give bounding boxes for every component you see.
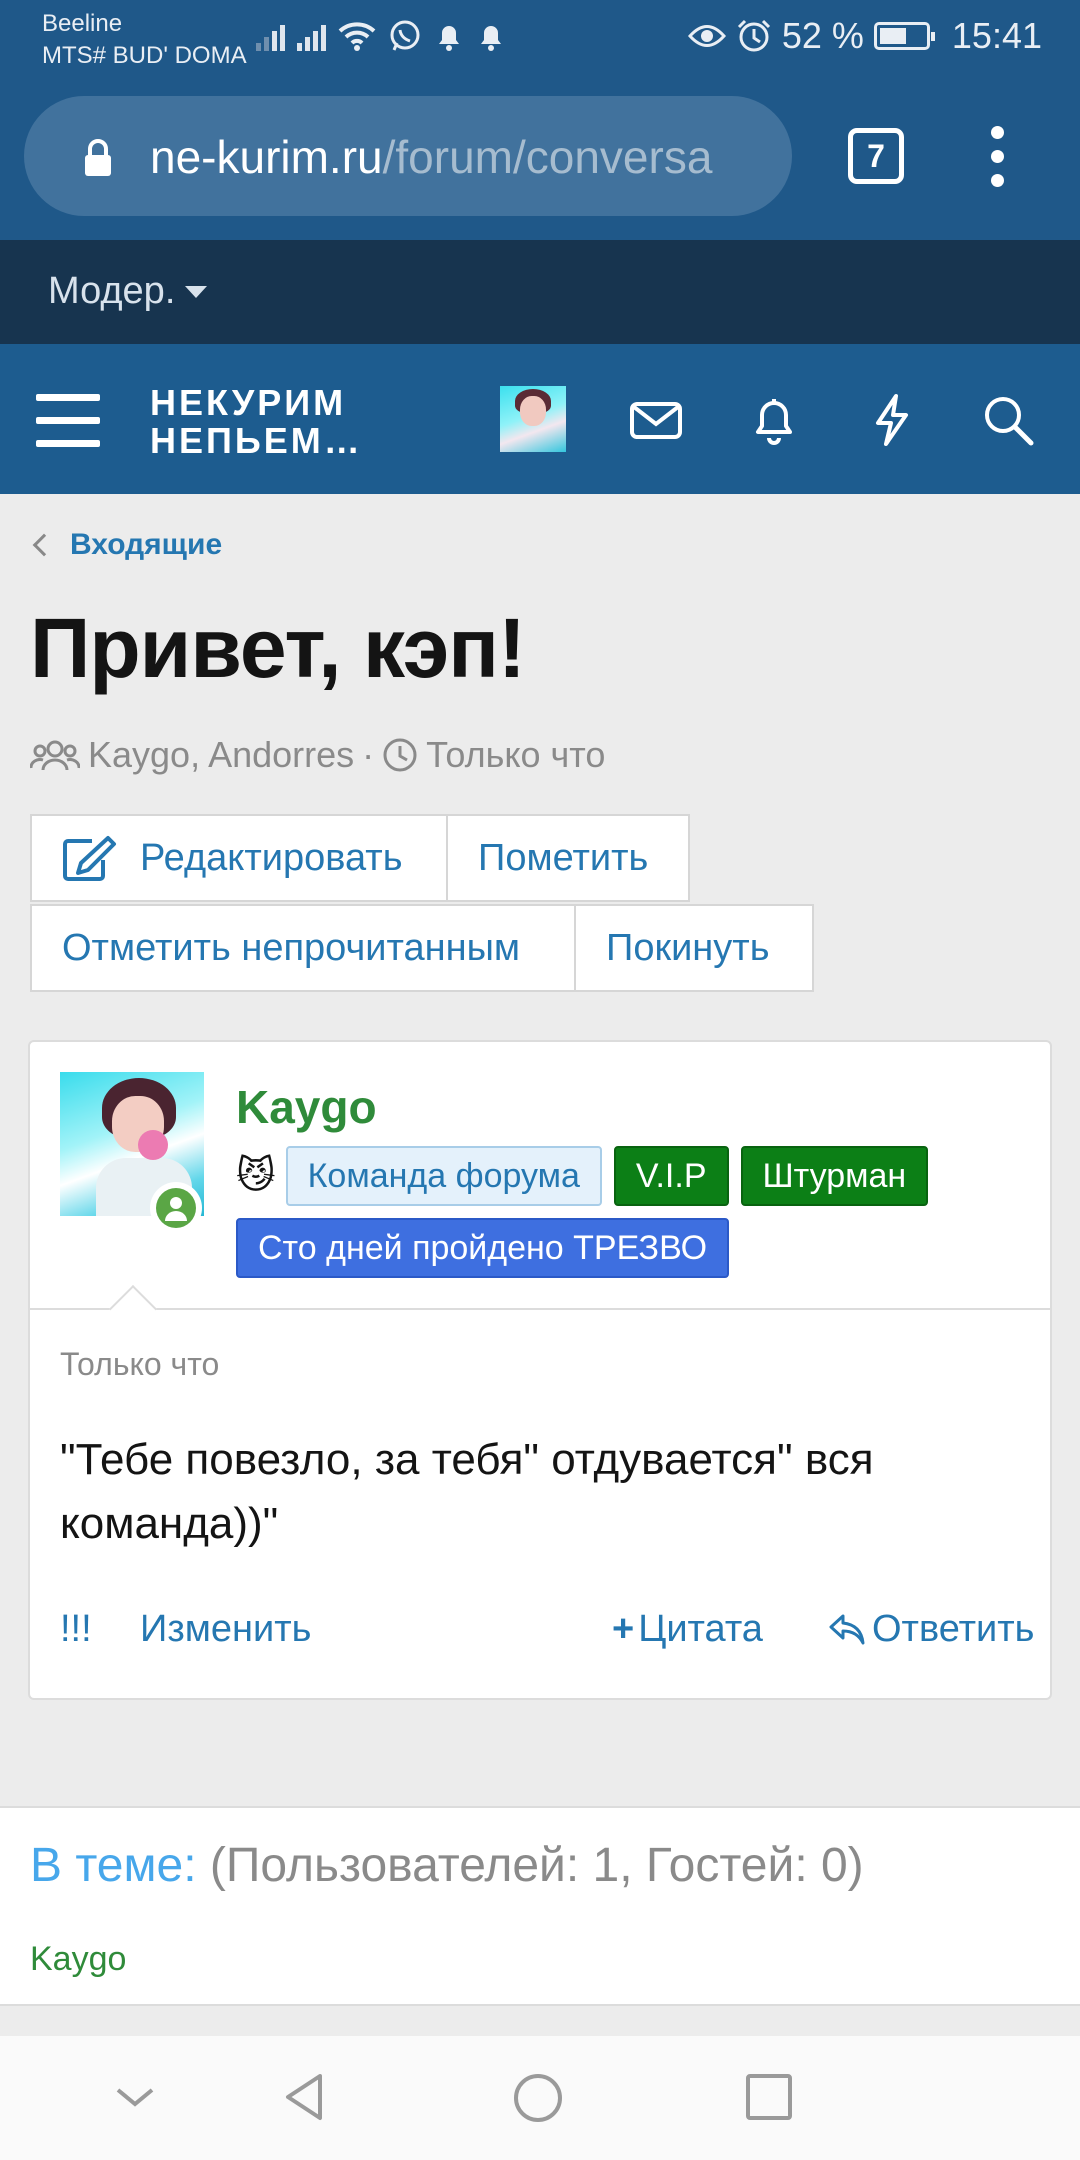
message-time[interactable]: Только что — [60, 1346, 219, 1383]
card-pointer — [108, 1284, 158, 1334]
user-badges: 😼 Команда форума V.I.P Штурман Сто дней … — [236, 1146, 1026, 1278]
leave-button-label: Покинуть — [606, 926, 770, 969]
moderator-label: Модер. — [48, 270, 176, 312]
reply-icon — [829, 1614, 865, 1644]
mail-icon[interactable] — [628, 392, 684, 448]
bell-icon — [481, 26, 501, 51]
site-logo[interactable]: НЕКУРИМ НЕПЬЕМ… — [150, 384, 363, 460]
eye-icon — [687, 25, 726, 47]
page-title: Привет, кэп! — [30, 601, 526, 695]
action-row-1: Редактировать Пометить — [30, 814, 690, 902]
lock-icon — [85, 139, 111, 176]
whatsapp-icon — [390, 20, 420, 51]
url-path: /forum/conversa — [382, 131, 713, 183]
plus-icon: + — [612, 1608, 635, 1650]
account-avatar[interactable] — [500, 386, 566, 452]
in-thread-key: В теме: — [30, 1839, 197, 1892]
mark-unread-button[interactable]: Отметить непрочитанным — [30, 904, 576, 992]
bell-icon — [439, 26, 459, 51]
clock: 15:41 — [951, 15, 1042, 56]
edit-button[interactable]: Редактировать — [30, 814, 448, 902]
quote-label: Цитата — [638, 1608, 763, 1650]
message-body: "Тебе повезло, за тебя" отдувается" вся … — [60, 1435, 874, 1548]
mark-button[interactable]: Пометить — [446, 814, 690, 902]
participants[interactable]: Kaygo, Andorres — [88, 734, 354, 776]
in-thread-user[interactable]: Kaygo — [30, 1940, 126, 1979]
quote-button[interactable]: + Цитата — [612, 1608, 763, 1651]
breadcrumb-inbox[interactable]: Входящие — [70, 528, 222, 562]
conversation-meta: Kaygo, Andorres · Только что — [30, 734, 605, 776]
system-nav-bar — [0, 2036, 1080, 2160]
home-icon[interactable] — [512, 2072, 564, 2124]
badge-vip: V.I.P — [613, 1146, 729, 1206]
battery-percent: 52 % — [781, 15, 864, 56]
status-bar: Beeline MTS# BUD' DOMA 52 % 15:41 — [0, 0, 1080, 78]
back-icon[interactable] — [280, 2072, 330, 2122]
moderator-menu-button[interactable]: Модер. — [48, 270, 208, 313]
report-button[interactable]: !!! — [60, 1608, 92, 1651]
lightning-icon[interactable] — [864, 392, 920, 448]
badge-team: Команда форума — [285, 1146, 602, 1206]
url-host: ne-kurim.ru — [150, 131, 383, 183]
status-icons-left — [256, 14, 506, 58]
users-in-thread-block: В теме: (Пользователей: 1, Гостей: 0) Ka… — [0, 1806, 1080, 2006]
bell-icon[interactable] — [746, 392, 802, 448]
chevron-down-icon — [185, 285, 208, 298]
leave-button[interactable]: Покинуть — [574, 904, 814, 992]
carrier-info: Beeline MTS# BUD' DOMA — [42, 8, 247, 72]
wifi-icon — [338, 22, 376, 51]
edit-button-label: Редактировать — [140, 836, 403, 879]
edit-message-button[interactable]: Изменить — [140, 1608, 311, 1651]
carrier-1: Beeline — [42, 10, 123, 37]
tab-switcher-button[interactable]: 7 — [848, 128, 904, 184]
site-header: НЕКУРИМ НЕПЬЕМ… — [0, 344, 1080, 494]
alarm-icon — [737, 19, 770, 52]
battery-icon — [873, 22, 935, 50]
badge-sober: Сто дней пройдено ТРЕЗВО — [236, 1218, 730, 1278]
browser-toolbar: ne-kurim.ru/forum/conversa 7 — [0, 78, 1080, 240]
mark-button-label: Пометить — [478, 836, 649, 879]
users-icon — [30, 740, 80, 771]
logo-line-1: НЕКУРИМ — [150, 382, 347, 423]
author-username[interactable]: Kaygo — [236, 1080, 377, 1134]
menu-icon[interactable] — [36, 394, 100, 448]
clock-icon — [383, 738, 417, 772]
chevron-left-icon — [32, 533, 56, 557]
chevron-down-icon[interactable] — [110, 2072, 160, 2122]
url-text[interactable]: ne-kurim.ru/forum/conversa — [150, 130, 712, 184]
badge-navigator: Штурман — [740, 1146, 929, 1206]
cat-emoji-icon: 😼 — [236, 1155, 276, 1197]
meta-separator: · — [362, 734, 375, 775]
moderator-bar: Модер. — [0, 240, 1080, 344]
mark-unread-label: Отметить непрочитанным — [62, 926, 521, 969]
message-author-block: Kaygo 😼 Команда форума V.I.P Штурман Сто… — [30, 1042, 1050, 1334]
signal-icon — [256, 21, 285, 51]
address-bar[interactable]: ne-kurim.ru/forum/conversa — [24, 96, 792, 216]
kebab-icon[interactable] — [982, 126, 1012, 188]
action-row-2: Отметить непрочитанным Покинуть — [30, 904, 814, 992]
status-icons-right: 52 % 15:41 — [687, 14, 1042, 58]
recents-icon[interactable] — [744, 2072, 794, 2122]
logo-line-2: НЕПЬЕМ… — [150, 420, 363, 461]
users-in-thread-label: В теме: (Пользователей: 1, Гостей: 0) — [30, 1838, 864, 1893]
reply-label: Ответить — [872, 1608, 1035, 1650]
edit-icon — [63, 836, 116, 881]
search-icon[interactable] — [980, 392, 1036, 448]
message-card: Kaygo 😼 Команда форума V.I.P Штурман Сто… — [28, 1040, 1052, 1700]
breadcrumb[interactable]: Входящие — [30, 528, 222, 562]
carrier-2: MTS# BUD' DOMA — [42, 42, 247, 69]
online-status-icon — [150, 1182, 202, 1234]
reply-button[interactable]: Ответить — [828, 1608, 1034, 1651]
in-thread-counts: (Пользователей: 1, Гостей: 0) — [209, 1839, 864, 1892]
conversation-time: Только что — [426, 734, 606, 775]
signal-icon — [297, 21, 326, 51]
